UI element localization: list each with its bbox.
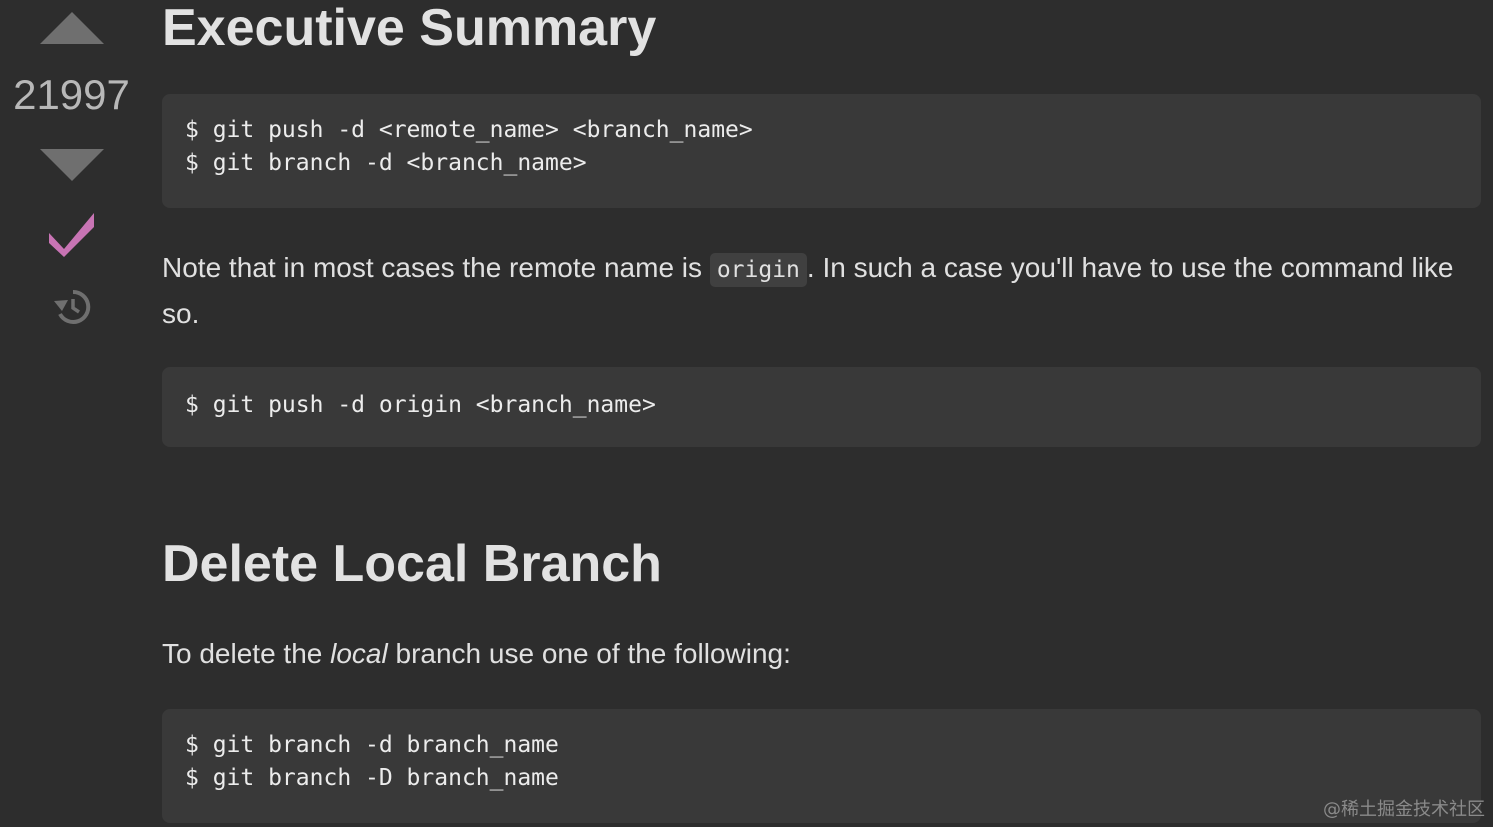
emphasis-local: local xyxy=(330,638,388,669)
code-line: $ git branch -d branch_name xyxy=(185,732,559,758)
checkmark-icon xyxy=(48,213,94,257)
heading-executive-summary: Executive Summary xyxy=(162,0,657,57)
vote-score: 21997 xyxy=(13,71,130,118)
code-line: $ git branch -D branch_name xyxy=(185,765,559,791)
code-line: $ git push -d <remote_name> <branch_name… xyxy=(185,117,753,143)
code-block-local: $ git branch -d branch_name $ git branch… xyxy=(162,709,1481,823)
vote-column: 21997 xyxy=(0,0,143,327)
paragraph-local-note: To delete the local branch use one of th… xyxy=(162,632,1487,676)
code-line: $ git push -d origin <branch_name> xyxy=(185,392,656,418)
history-icon[interactable] xyxy=(52,287,92,327)
paragraph-text: Note that in most cases the remote name … xyxy=(162,252,710,283)
caret-down-icon[interactable] xyxy=(39,149,104,181)
watermark: @稀土掘金技术社区 xyxy=(1323,799,1485,820)
code-block-origin: $ git push -d origin <branch_name> xyxy=(162,367,1481,447)
heading-delete-local-branch: Delete Local Branch xyxy=(162,535,662,593)
paragraph-text: branch use one of the following: xyxy=(387,638,791,669)
code-block-remote: $ git push -d <remote_name> <branch_name… xyxy=(162,94,1481,208)
caret-up-icon[interactable] xyxy=(39,12,104,44)
paragraph-text: To delete the xyxy=(162,638,331,669)
code-line: $ git branch -d <branch_name> xyxy=(185,150,587,176)
inline-code-origin: origin xyxy=(709,253,807,287)
paragraph-remote-note: Note that in most cases the remote name … xyxy=(162,246,1487,336)
